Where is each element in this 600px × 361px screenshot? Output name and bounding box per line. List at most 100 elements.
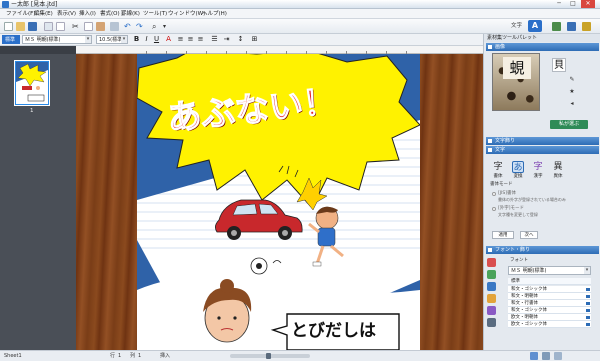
table-icon[interactable]: [487, 294, 496, 303]
layout-icon[interactable]: [487, 306, 496, 315]
print-preview-icon[interactable]: [56, 22, 65, 31]
document-page[interactable]: あぶない！ とびだしは: [137, 54, 420, 350]
format-painter-icon[interactable]: [110, 22, 119, 31]
font-item-label: 和文・ゴシック体: [511, 287, 547, 292]
copy-icon[interactable]: [84, 22, 93, 31]
kanji-tile[interactable]: 貝: [552, 58, 566, 72]
page-thumbnail-panel: 1: [0, 46, 76, 350]
open-folder-icon[interactable]: [16, 22, 25, 31]
close-button[interactable]: ✕: [581, 0, 595, 8]
menu-tools[interactable]: ツール(T): [143, 9, 167, 19]
menu-help[interactable]: ヘルプ(H): [202, 9, 227, 19]
edit-icon[interactable]: ✎: [568, 76, 576, 84]
font-list-item[interactable]: 和文・ゴシック体: [508, 286, 591, 293]
menu-ruled-line[interactable]: 罫線(K): [121, 9, 140, 19]
category-glyph: 字: [533, 162, 543, 172]
menu-view[interactable]: 表示(V): [57, 9, 76, 19]
save-icon[interactable]: [28, 22, 37, 31]
page-thumbnail[interactable]: [14, 60, 50, 106]
section-moji-label: 文字: [495, 147, 506, 153]
choose-button[interactable]: 私が選ぶ: [550, 120, 588, 129]
section-style-label: 文字飾り: [495, 138, 516, 144]
align-left-button[interactable]: ≡: [176, 35, 185, 44]
underline-button[interactable]: U: [152, 35, 161, 44]
horizontal-ruler[interactable]: [76, 46, 483, 54]
next-button[interactable]: 次へ: [520, 231, 538, 239]
text-mode-button[interactable]: A: [528, 20, 542, 32]
ruler-toggle-button[interactable]: ⊞: [250, 35, 259, 44]
view-mode-icon[interactable]: [542, 352, 550, 360]
help-icon[interactable]: [567, 22, 576, 31]
chevron-down-icon: [586, 295, 590, 298]
indent-button[interactable]: ⇥: [222, 35, 231, 44]
category-itai[interactable]: 異 異体: [548, 161, 568, 179]
menu-format[interactable]: 書式(O): [100, 9, 120, 19]
text-color-icon[interactable]: [487, 258, 496, 267]
sheet-tab[interactable]: Sheet1: [4, 351, 22, 361]
kanji-photo[interactable]: 蜆: [492, 53, 540, 111]
page-number: 1: [30, 108, 34, 114]
find-icon[interactable]: ⌕: [152, 21, 156, 32]
star-icon[interactable]: ★: [568, 88, 576, 96]
section-moji-header[interactable]: 文字: [486, 146, 599, 154]
section-image-label: 画像: [495, 44, 506, 50]
palette-icon[interactable]: [552, 22, 561, 31]
menu-insert[interactable]: 挿入(I): [79, 9, 96, 19]
font-list-item[interactable]: 欧文・ゴシック体: [508, 321, 591, 328]
category-shotai[interactable]: 字 書体: [488, 161, 508, 179]
soccer-ball: [250, 257, 268, 275]
play-icon[interactable]: ◂: [568, 100, 576, 108]
undo-icon[interactable]: ↶: [124, 21, 131, 32]
redo-icon[interactable]: ↷: [136, 21, 143, 32]
font-list-item[interactable]: 欧文・明朝体: [508, 314, 591, 321]
section-style-header[interactable]: 文字飾り: [486, 137, 599, 145]
thumbnail-panel-header: [0, 46, 76, 54]
menu-window[interactable]: ウィンドウ(W): [168, 9, 205, 19]
minimize-button[interactable]: ─: [552, 0, 566, 8]
status-line-label: 行: [110, 353, 116, 359]
new-document-icon[interactable]: [4, 22, 13, 31]
format-bar: 標準 ＭＳ 明朝(標準) ▾ 10.5(標準) ▾ B I U A ≡ ≡ ≡ …: [0, 34, 483, 46]
font-color-button[interactable]: A: [164, 35, 173, 44]
style-combo[interactable]: 標準: [2, 35, 20, 44]
speech-text: とびだしは: [291, 321, 376, 341]
category-label: 書体: [493, 174, 503, 179]
bold-button[interactable]: B: [132, 35, 141, 44]
cut-icon[interactable]: ✂: [72, 21, 79, 32]
align-center-button[interactable]: ≡: [186, 35, 195, 44]
paste-icon[interactable]: [96, 22, 105, 31]
view-mode-icon[interactable]: [530, 352, 538, 360]
section-image-header[interactable]: 画像: [486, 43, 599, 51]
font-combo[interactable]: ＭＳ 明朝(標準) ▾: [508, 266, 591, 275]
section-font-label: フォント・飾り: [495, 247, 531, 253]
chevron-down-icon[interactable]: ▾: [163, 21, 166, 32]
menu-edit[interactable]: 編集(E): [34, 9, 53, 19]
line-spacing-button[interactable]: ↕: [236, 35, 245, 44]
font-size-combo[interactable]: 10.5(標準) ▾: [96, 35, 128, 44]
chevron-down-icon: [586, 323, 590, 326]
image-icon[interactable]: [487, 282, 496, 291]
bullet-list-button[interactable]: ☰: [210, 35, 219, 44]
italic-button[interactable]: I: [142, 35, 151, 44]
font-list-item[interactable]: 和文・ゴシック体: [508, 307, 591, 314]
font-name-combo[interactable]: ＭＳ 明朝(標準) ▾: [22, 35, 92, 44]
zoom-slider-thumb[interactable]: [266, 353, 271, 359]
document-canvas[interactable]: あぶない！ とびだしは: [76, 54, 483, 350]
font-list-item[interactable]: 和文・行書体: [508, 300, 591, 307]
font-list-item[interactable]: 和文・明朝体: [508, 293, 591, 300]
print-icon[interactable]: [44, 22, 53, 31]
style-icon[interactable]: [487, 318, 496, 327]
category-henkan[interactable]: あ 変換: [508, 161, 528, 179]
section-font-header[interactable]: フォント・飾り: [486, 246, 599, 254]
align-right-button[interactable]: ≡: [196, 35, 205, 44]
view-mode-icon[interactable]: [554, 352, 562, 360]
menu-file[interactable]: ファイル(F): [6, 9, 35, 19]
zoom-slider[interactable]: [230, 353, 310, 359]
material-tool-palette: 素材集ツールパレット 画像 蜆 貝 ✎ ★ ◂ 私が選ぶ 文字飾り 文字 字 書…: [483, 34, 600, 350]
category-kanji[interactable]: 字 漢字: [528, 161, 548, 179]
category-label: 変換: [513, 174, 523, 179]
settings-icon[interactable]: [582, 22, 591, 31]
shape-icon[interactable]: [487, 270, 496, 279]
maximize-button[interactable]: □: [566, 0, 580, 8]
apply-button[interactable]: 適用: [492, 231, 514, 239]
